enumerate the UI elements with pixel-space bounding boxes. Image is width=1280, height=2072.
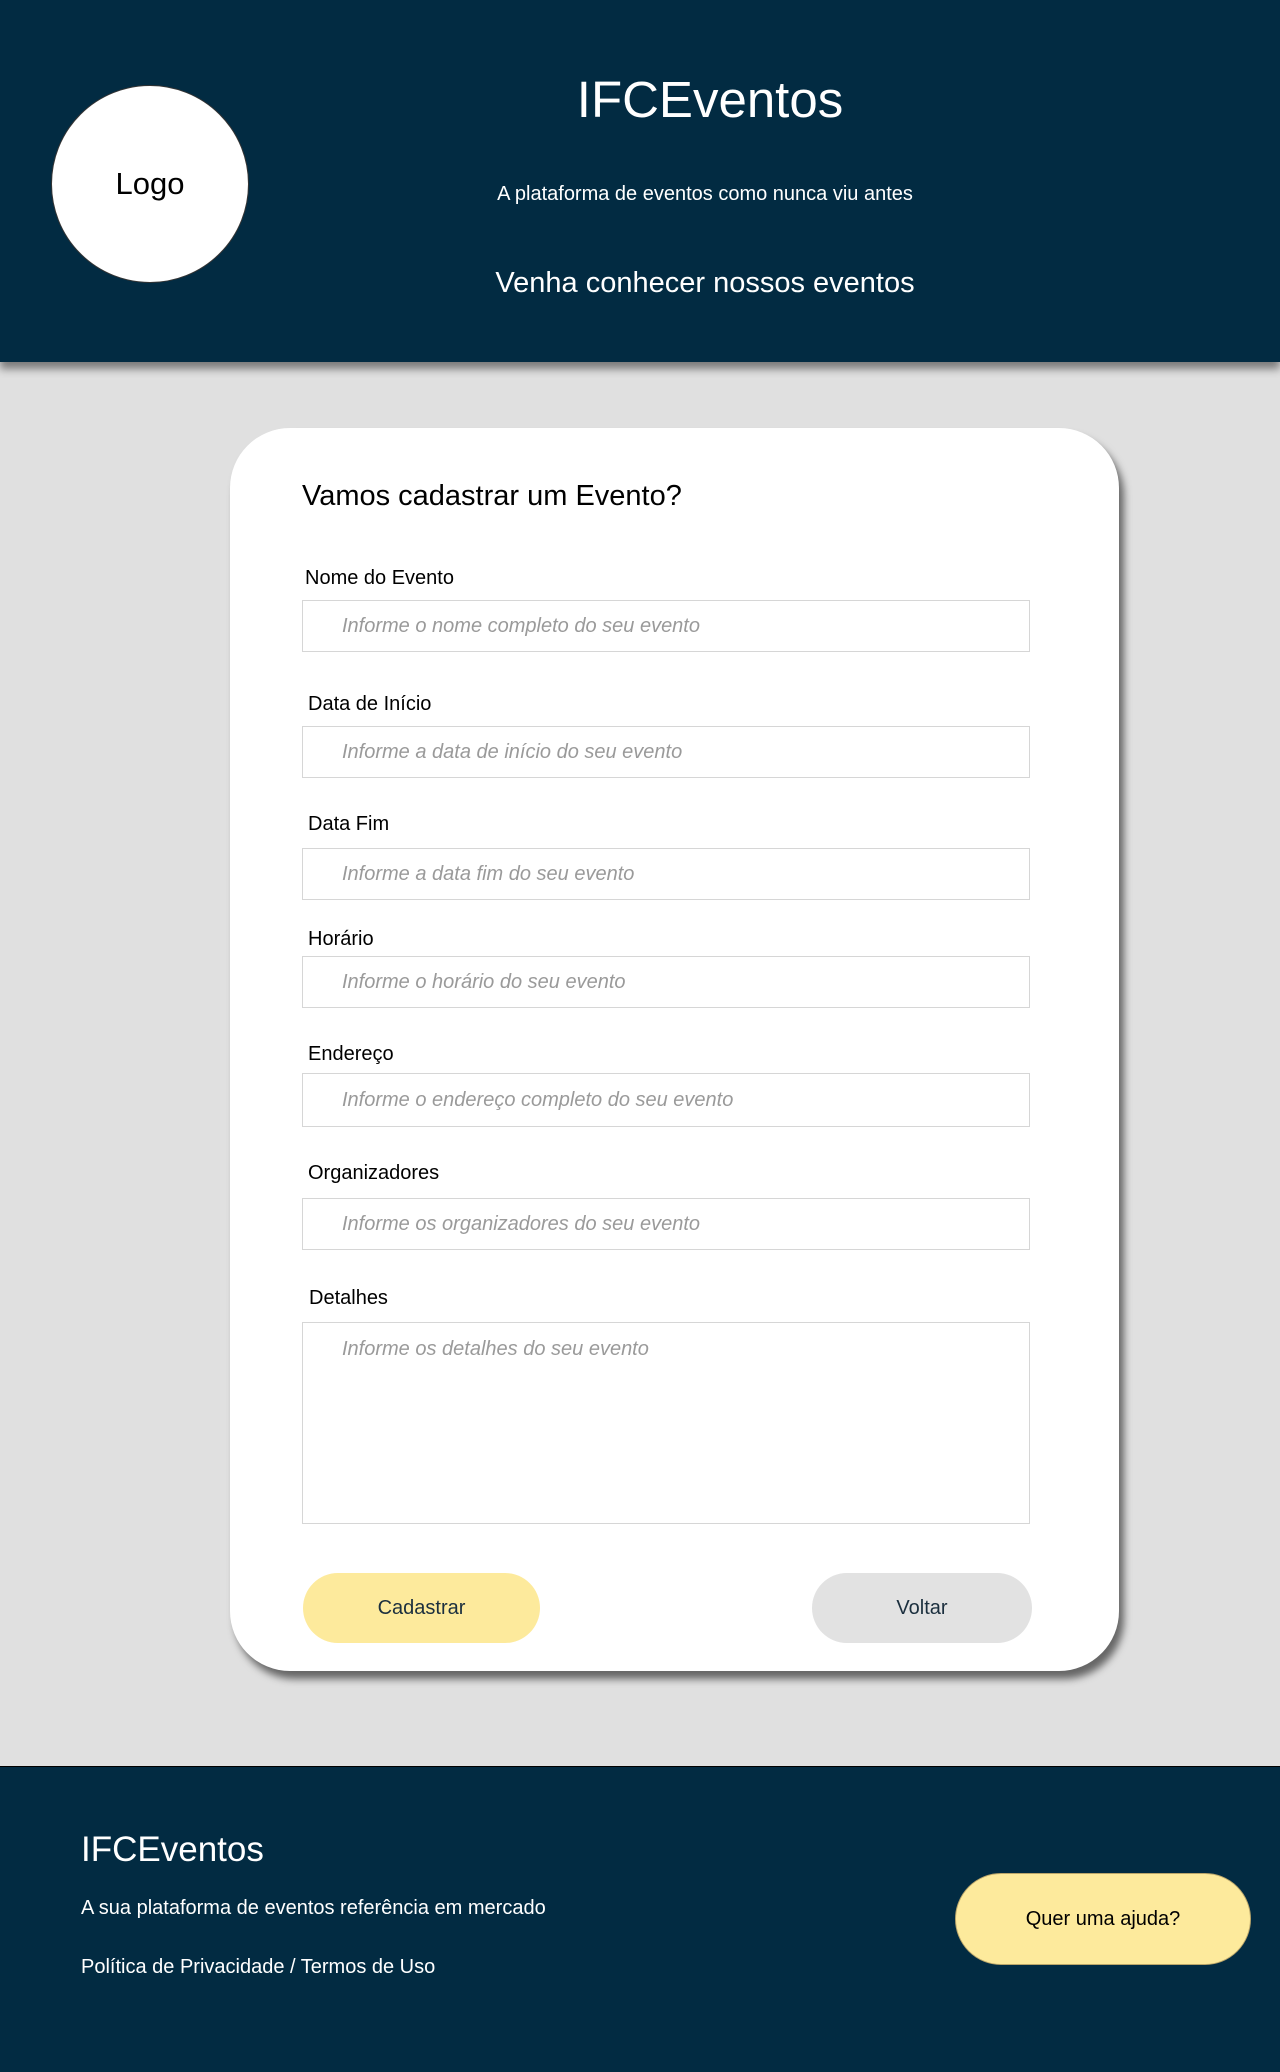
privacy-terms-link[interactable]: Política de Privacidade / Termos de Uso <box>81 1955 435 1979</box>
site-title: IFCEventos <box>576 71 844 128</box>
back-button[interactable]: Voltar <box>812 1573 1032 1643</box>
address-input[interactable] <box>302 1073 1030 1127</box>
time-input[interactable] <box>302 956 1030 1008</box>
event-name-label: Nome do Evento <box>305 567 454 589</box>
details-textarea[interactable] <box>302 1322 1030 1524</box>
details-label: Detalhes <box>309 1287 388 1309</box>
form-title: Vamos cadastrar um Evento? <box>302 480 682 512</box>
site-header: Logo IFCEventos A plataforma de eventos … <box>0 0 1280 362</box>
end-date-input[interactable] <box>302 848 1030 900</box>
header-intro: Venha conhecer nossos eventos <box>495 267 915 299</box>
logo: Logo <box>51 85 249 283</box>
time-label: Horário <box>308 928 374 950</box>
address-label: Endereço <box>308 1043 394 1065</box>
organizers-label: Organizadores <box>308 1162 440 1184</box>
organizers-input[interactable] <box>302 1198 1030 1250</box>
end-date-label: Data Fim <box>308 813 390 835</box>
submit-button[interactable]: Cadastrar <box>303 1573 540 1643</box>
footer-title: IFCEventos <box>81 1830 264 1869</box>
footer-tagline: A sua plataforma de eventos referência e… <box>81 1897 546 1919</box>
start-date-label: Data de Início <box>308 693 432 715</box>
help-button[interactable]: Quer uma ajuda? <box>955 1873 1251 1965</box>
start-date-input[interactable] <box>302 726 1030 778</box>
header-tagline: A plataforma de eventos como nunca viu a… <box>497 183 913 205</box>
event-name-input[interactable] <box>302 600 1030 652</box>
